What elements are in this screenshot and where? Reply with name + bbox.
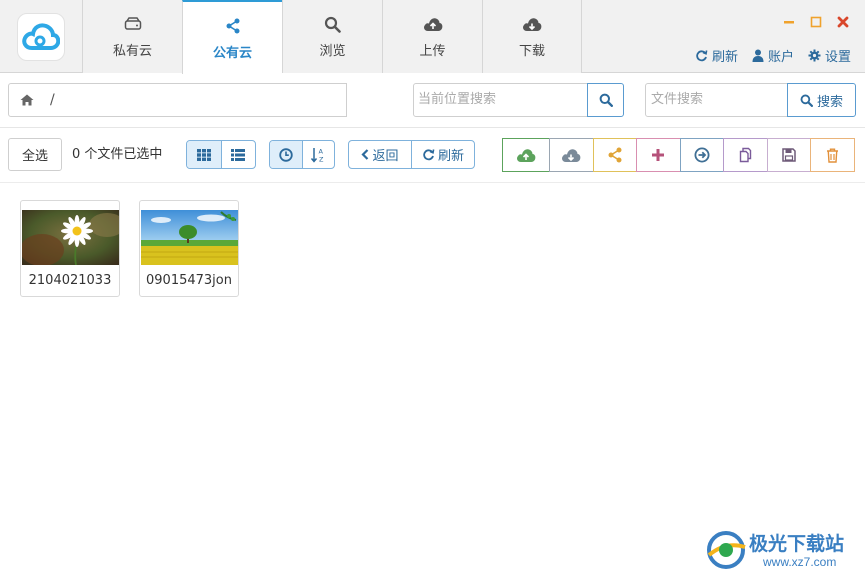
copy-action-button[interactable] xyxy=(723,138,768,172)
tab-label: 浏览 xyxy=(319,44,346,59)
svg-text:Z: Z xyxy=(319,155,324,163)
share-icon xyxy=(225,16,241,36)
account-label: 账户 xyxy=(767,50,794,65)
tab-label: 下载 xyxy=(518,44,545,59)
watermark-logo-icon xyxy=(707,531,746,569)
search-icon xyxy=(800,94,813,107)
select-all-button[interactable]: 全选 xyxy=(8,138,62,171)
copy-icon xyxy=(740,147,752,163)
divider xyxy=(0,182,865,183)
main-tabs: 私有云 公有云 浏览 上传 下载 xyxy=(82,0,582,74)
watermark: 极光下载站 www.xz7.com xyxy=(705,527,860,575)
account-menu-item[interactable]: 账户 xyxy=(752,46,794,65)
top-bar: 私有云 公有云 浏览 上传 下载 刷新 账户 设置 xyxy=(0,0,865,74)
tab-download[interactable]: 下载 xyxy=(482,0,582,73)
home-button[interactable] xyxy=(8,83,45,117)
search-icon xyxy=(599,93,613,107)
svg-text:A: A xyxy=(319,147,324,155)
file-name: 09015473jon xyxy=(146,273,232,288)
delete-action-button[interactable] xyxy=(810,138,855,172)
watermark-text: 极光下载站 xyxy=(749,533,845,555)
sort-by-name-button[interactable]: AZ xyxy=(301,141,335,168)
file-name: 2104021033 xyxy=(28,273,112,288)
sort-alpha-icon: AZ xyxy=(311,147,324,163)
close-icon[interactable] xyxy=(835,14,851,30)
upload-action-button[interactable] xyxy=(502,138,550,172)
divider xyxy=(0,127,865,128)
user-icon xyxy=(752,49,764,62)
navigation-group: 返回 刷新 xyxy=(348,140,475,169)
refresh-icon xyxy=(423,149,435,161)
share-action-button[interactable] xyxy=(592,138,637,172)
view-mode-group xyxy=(186,140,256,169)
sort-by-time-button[interactable] xyxy=(270,141,302,168)
sort-mode-group: AZ xyxy=(269,140,335,169)
refresh-menu-item[interactable]: 刷新 xyxy=(695,46,738,65)
cloud-upload-icon xyxy=(517,148,536,162)
clock-icon xyxy=(279,147,293,162)
tab-browse[interactable]: 浏览 xyxy=(282,0,382,73)
tab-public-cloud[interactable]: 公有云 xyxy=(182,0,282,74)
refresh-button[interactable]: 刷新 xyxy=(411,141,474,168)
add-action-button[interactable] xyxy=(636,138,681,172)
download-action-button[interactable] xyxy=(549,138,594,172)
gear-icon xyxy=(808,49,821,62)
cloud-logo-icon xyxy=(22,23,60,50)
minimize-icon[interactable] xyxy=(781,14,797,30)
maximize-icon[interactable] xyxy=(808,14,824,30)
tab-private-cloud[interactable]: 私有云 xyxy=(82,0,182,73)
hard-drive-icon xyxy=(124,14,142,34)
grid-icon xyxy=(196,148,211,161)
tab-upload[interactable]: 上传 xyxy=(382,0,482,73)
refresh-icon xyxy=(696,50,708,62)
share-icon xyxy=(608,147,622,163)
watermark-url: www.xz7.com xyxy=(763,555,837,569)
back-button[interactable]: 返回 xyxy=(349,141,411,168)
chevron-left-icon xyxy=(361,149,369,160)
save-action-button[interactable] xyxy=(766,138,811,172)
home-icon xyxy=(20,94,33,106)
window-controls xyxy=(781,14,851,30)
location-search-input[interactable]: 当前位置搜索 xyxy=(413,83,588,117)
refresh-label: 刷新 xyxy=(437,149,464,164)
refresh-label: 刷新 xyxy=(711,50,738,65)
file-tile[interactable]: 09015473jon xyxy=(139,200,239,297)
selection-status: 0 个文件已选中 xyxy=(72,147,163,162)
arrow-circle-right-icon xyxy=(694,147,710,163)
tab-label: 上传 xyxy=(419,44,446,59)
tab-label: 私有云 xyxy=(112,44,152,59)
file-search-button-label: 搜索 xyxy=(816,94,843,110)
list-icon xyxy=(231,148,246,161)
back-label: 返回 xyxy=(372,149,399,164)
location-search-button[interactable] xyxy=(587,83,624,117)
tab-label: 公有云 xyxy=(212,45,252,61)
file-thumbnail-daisy xyxy=(22,210,119,265)
cloud-upload-icon xyxy=(423,14,443,34)
move-action-button[interactable] xyxy=(679,138,724,172)
file-search-button[interactable]: 搜索 xyxy=(787,83,856,117)
grid-view-button[interactable] xyxy=(187,141,221,168)
cloud-download-icon xyxy=(522,14,542,34)
user-menu: 刷新 账户 设置 xyxy=(695,46,851,65)
cloud-download-icon xyxy=(562,148,581,162)
save-icon xyxy=(782,148,796,162)
settings-label: 设置 xyxy=(824,50,851,65)
plus-icon xyxy=(652,149,665,161)
file-tile[interactable]: 2104021033 xyxy=(20,200,120,297)
file-thumbnail-landscape xyxy=(141,210,238,265)
list-view-button[interactable] xyxy=(220,141,256,168)
action-toolbar xyxy=(502,138,855,172)
settings-menu-item[interactable]: 设置 xyxy=(808,46,851,65)
file-search-input[interactable]: 文件搜索 xyxy=(645,83,788,117)
path-input[interactable]: / xyxy=(44,83,347,117)
app-logo xyxy=(17,13,65,61)
trash-icon xyxy=(826,148,838,163)
search-icon xyxy=(324,14,341,34)
